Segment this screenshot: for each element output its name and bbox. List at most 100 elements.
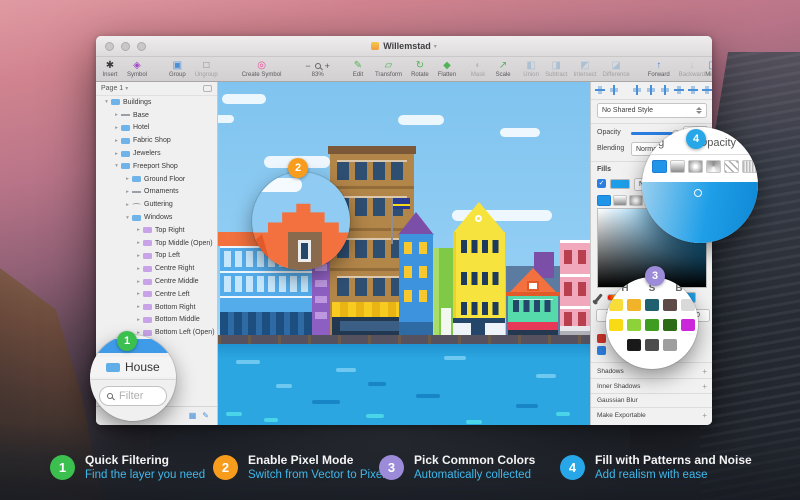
add-icon[interactable]: + [702,368,707,376]
layer-row[interactable]: ▸ Bottom Left (Open) [96,326,217,339]
color-swatch[interactable] [681,319,695,331]
layer-row[interactable]: ▸ Centre Right [96,262,217,275]
toolbar-button[interactable]: ✎ Edit [350,61,366,78]
color-swatch[interactable] [663,299,677,311]
align-left-icon[interactable] [632,85,642,95]
filter-field[interactable] [99,386,167,406]
toolbar-button[interactable]: ◨ Subtract [545,61,567,78]
make-exportable-section[interactable]: Make Exportable + [597,410,707,421]
color-swatch[interactable] [663,319,677,331]
preset-swatch-blue[interactable] [597,346,606,355]
disclosure-icon[interactable]: ▾ [102,99,111,105]
color-swatch[interactable] [609,319,623,331]
color-swatch[interactable] [645,299,659,311]
fill-linear-gradient-button[interactable] [613,195,627,206]
disclosure-icon[interactable]: ▸ [123,189,132,195]
layer-row[interactable]: ▾ Windows [96,211,217,224]
color-swatch[interactable] [663,339,677,351]
toolbar-button[interactable]: ◐ Mask [470,61,486,78]
inner-shadows-section[interactable]: Inner Shadows + [597,381,707,392]
toolbar-button[interactable]: □ Ungroup [195,61,218,78]
toolbar-button[interactable]: ◩ Intersect [573,61,596,78]
zoom-in-button[interactable]: + [325,62,330,71]
align-top-icon[interactable] [674,85,684,95]
cloud[interactable] [218,115,234,123]
toolbar-button[interactable]: ▣ Group [169,61,186,78]
curacao-flag[interactable] [393,198,410,209]
fill-radial-gradient-button[interactable] [688,160,703,173]
fill-checkbox[interactable]: ✓ [597,179,606,188]
layer-row[interactable]: ▸ Bottom Right [96,301,217,314]
cloud[interactable] [222,94,266,104]
zoom-button[interactable] [137,42,146,51]
disclosure-icon[interactable]: ▸ [134,304,143,310]
toolbar-button[interactable]: ◎ Create Symbol [242,61,282,78]
preset-swatch-red[interactable] [597,334,606,343]
layout-columns-icon[interactable]: ▦ [189,412,197,420]
disclosure-icon[interactable]: ▾ [112,163,121,169]
toolbar-button[interactable]: ↗ Scale [495,61,511,78]
align-middle-icon[interactable] [688,85,698,95]
toolbar-button[interactable]: ◫ Mirror [705,61,712,78]
disclosure-icon[interactable]: ▸ [134,266,143,272]
toolbar-button[interactable]: ◧ Union [523,61,539,78]
layer-row[interactable]: ▸ Centre Left [96,288,217,301]
add-icon[interactable]: + [702,383,707,391]
toolbar-button[interactable]: ◈ Symbol [127,61,147,78]
layer-row[interactable]: ▸ Base [96,109,217,122]
title-chevron-icon[interactable]: ▾ [434,43,437,50]
disclosure-icon[interactable]: ▸ [134,227,143,233]
gaussian-blur-section[interactable]: Gaussian Blur [597,395,707,406]
distribute-vertical-icon[interactable] [609,85,619,95]
fill-radial-gradient-button[interactable] [629,195,643,206]
fill-angular-gradient-button[interactable] [706,160,721,173]
fill-pattern-button[interactable] [724,160,739,173]
layer-row[interactable]: ▸ Bottom Middle [96,314,217,327]
align-bottom-icon[interactable] [702,85,712,95]
layer-row[interactable]: ▾ Freeport Shop [96,160,217,173]
toolbar-button[interactable]: ↓ Backward [679,61,705,78]
house-layer-row[interactable]: House [90,357,176,377]
disclosure-icon[interactable]: ▸ [112,112,121,118]
filter-input[interactable] [117,389,157,403]
layer-row[interactable]: ▸ Centre Middle [96,275,217,288]
color-swatch[interactable] [609,299,623,311]
traffic-lights[interactable] [105,42,146,51]
disclosure-icon[interactable]: ▸ [134,240,143,246]
edit-pencil-icon[interactable]: ✎ [202,412,209,420]
shared-style-select[interactable]: No Shared Style [597,103,707,118]
disclosure-icon[interactable]: ▸ [112,125,121,131]
layer-row[interactable]: ▸ Ornaments [96,186,217,199]
disclosure-icon[interactable]: ▸ [123,202,132,208]
zoom-out-button[interactable]: − [305,62,310,71]
fill-color-swatch[interactable] [610,179,630,189]
building-yellow-tall[interactable] [453,202,505,335]
toolbar-button[interactable]: ◆ Flatten [438,61,456,78]
color-swatch[interactable] [645,319,659,331]
close-button[interactable] [105,42,114,51]
toolbar-button[interactable]: ✱ Insert [102,61,118,78]
layer-row[interactable]: ▸ Ground Floor [96,173,217,186]
layer-row[interactable]: ▸ Top Left [96,250,217,263]
layer-row[interactable]: ▸ Fabric Shop [96,134,217,147]
align-right-icon[interactable] [660,85,670,95]
minimize-button[interactable] [121,42,130,51]
add-icon[interactable]: + [702,412,707,420]
layer-row[interactable]: ▸ Guttering [96,198,217,211]
disclosure-icon[interactable]: ▸ [134,253,143,259]
toolbar-button[interactable]: ↑ Forward [648,61,670,78]
fill-solid-button[interactable] [597,195,611,206]
align-center-icon[interactable] [646,85,656,95]
layer-row[interactable]: ▾ Buildings [96,96,217,109]
layer-row[interactable]: ▸ Top Right [96,224,217,237]
color-swatch[interactable] [627,299,641,311]
layer-row[interactable]: ▸ Top Middle (Open) [96,237,217,250]
building-teal-shop[interactable] [508,268,558,335]
disclosure-icon[interactable]: ▸ [112,151,121,157]
page-list-icon[interactable] [203,85,212,92]
distribute-horizontal-icon[interactable] [595,85,605,95]
fill-linear-gradient-button[interactable] [670,160,685,173]
color-swatch[interactable] [627,319,641,331]
toolbar-button[interactable]: ◪ Difference [602,61,629,78]
cloud[interactable] [500,128,540,137]
